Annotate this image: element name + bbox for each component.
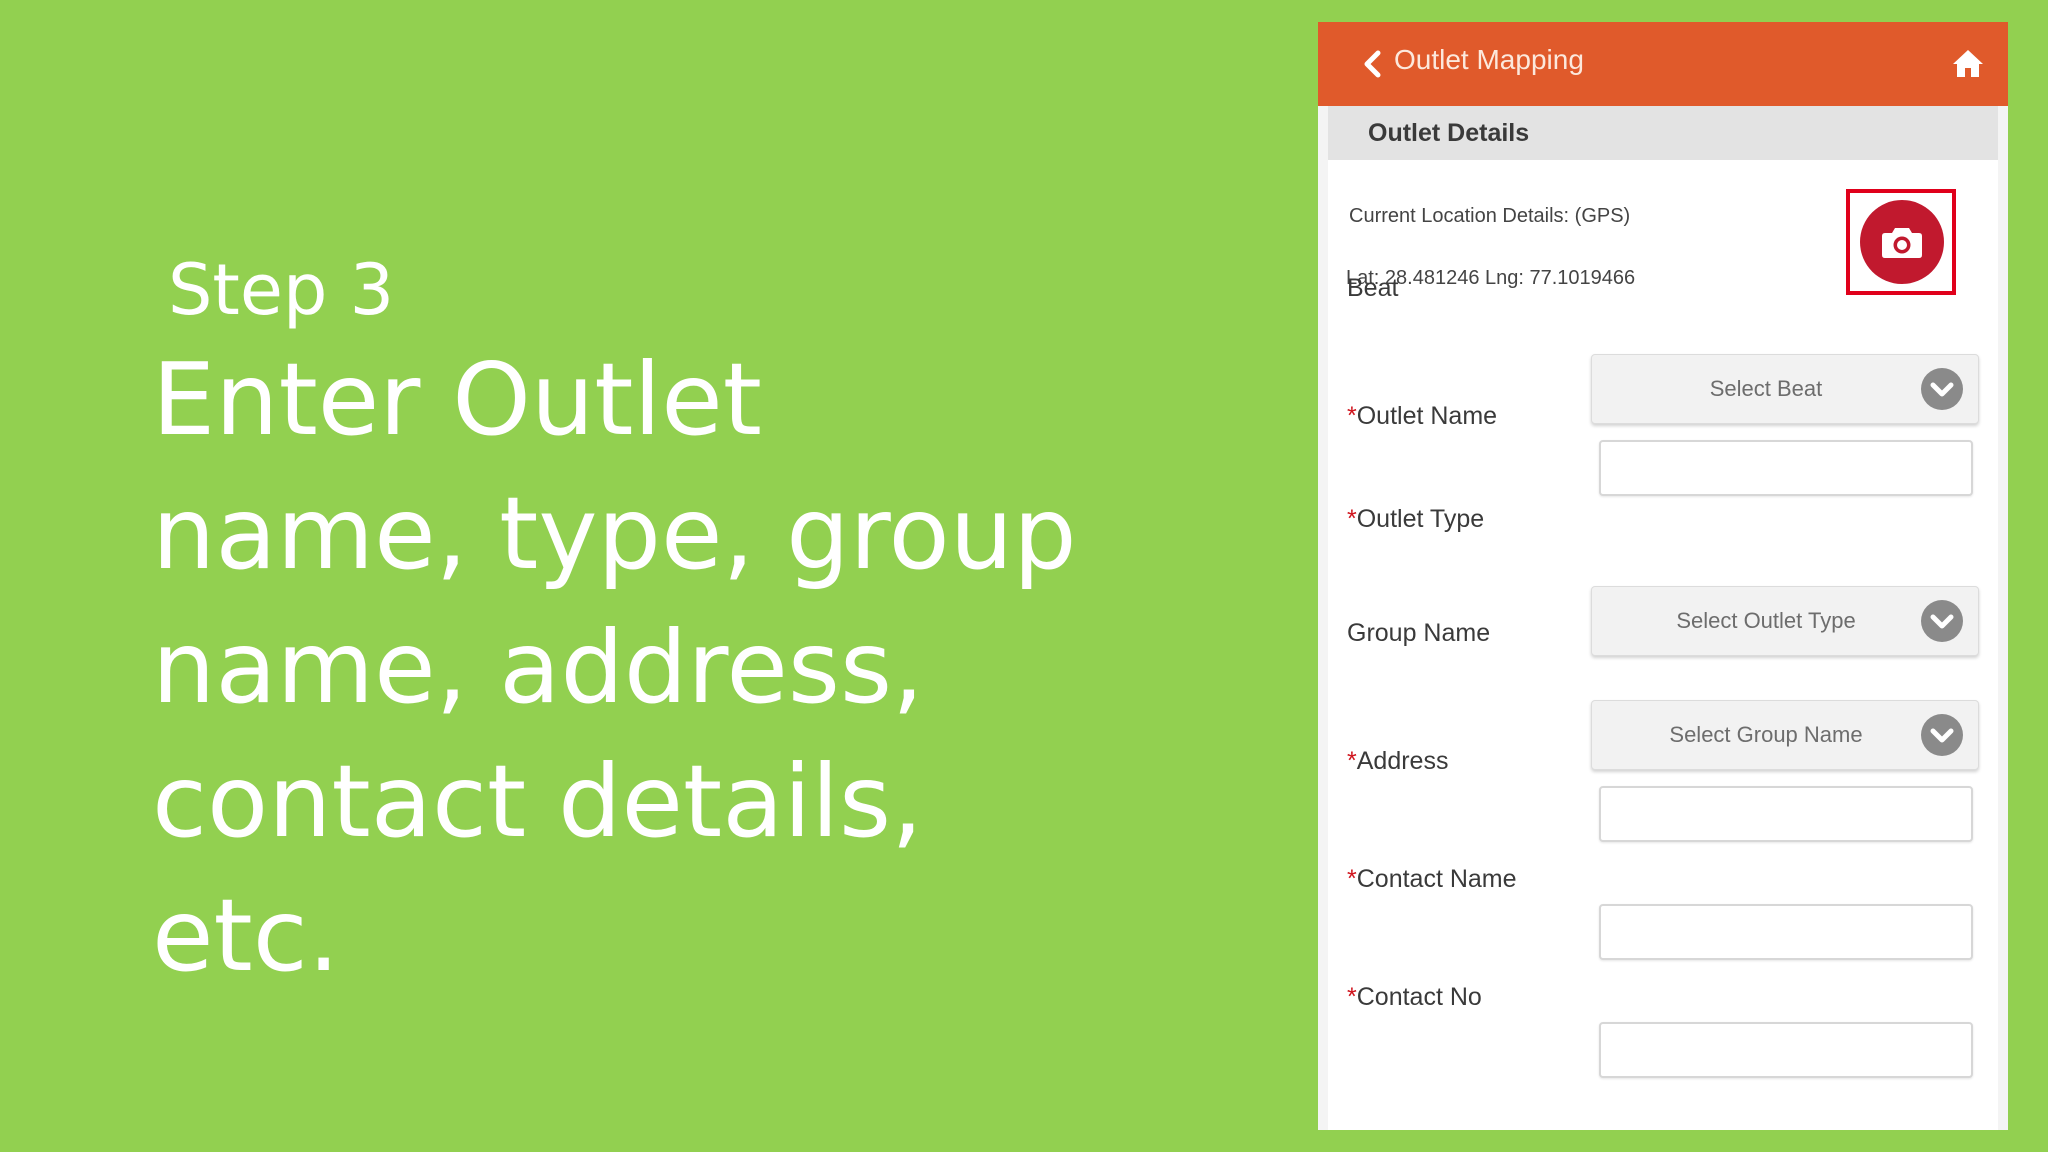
group-name-label: Group Name: [1347, 619, 1491, 647]
outlet-type-select[interactable]: Select Outlet Type: [1591, 586, 1979, 656]
contact-name-label: *Contact Name: [1347, 865, 1517, 893]
outlet-type-label: *Outlet Type: [1347, 505, 1485, 533]
step-instructions: Enter Outlet name, type, group name, add…: [152, 333, 1112, 1003]
outlet-name-input[interactable]: [1599, 440, 1973, 496]
group-name-select-text: Select Group Name: [1669, 722, 1863, 747]
section-header: Outlet Details: [1328, 106, 1998, 160]
app-bar: Outlet Mapping: [1318, 22, 2008, 106]
section-title: Outlet Details: [1368, 119, 1530, 147]
chevron-left-icon[interactable]: [1356, 46, 1392, 82]
group-name-select[interactable]: Select Group Name: [1591, 700, 1979, 770]
instruction-line: name, type, group: [152, 475, 1077, 592]
camera-button[interactable]: [1860, 200, 1944, 284]
outlet-type-select-text: Select Outlet Type: [1676, 608, 1856, 633]
beat-select-text: Select Beat: [1709, 376, 1823, 401]
contact-no-label: *Contact No: [1347, 983, 1482, 1011]
instruction-line: etc.: [152, 877, 340, 994]
contact-name-input[interactable]: [1599, 904, 1973, 960]
chevron-down-icon: [1921, 368, 1963, 410]
location-label: Current Location Details: (GPS): [1349, 205, 1631, 227]
chevron-down-icon: [1921, 714, 1963, 756]
home-icon[interactable]: [1948, 44, 1988, 84]
outlet-name-label: *Outlet Name: [1347, 402, 1498, 430]
outlet-details-form: Outlet Details Current Location Details:…: [1328, 106, 1998, 1130]
camera-highlight: [1846, 189, 1956, 295]
contact-no-input[interactable]: [1599, 1022, 1973, 1078]
step-label: Step 3: [168, 249, 395, 331]
address-input[interactable]: [1599, 786, 1973, 842]
app-bar-title: Outlet Mapping: [1394, 44, 1584, 75]
camera-icon: [1882, 228, 1922, 258]
beat-label: Beat: [1347, 274, 1399, 302]
beat-select[interactable]: Select Beat: [1591, 354, 1979, 424]
instruction-line: Enter Outlet: [152, 341, 763, 458]
address-label: *Address: [1347, 747, 1449, 775]
phone-screen: Outlet Mapping Outlet Details Current Lo…: [1318, 22, 2008, 1130]
instruction-line: contact details,: [152, 743, 923, 860]
instruction-line: name, address,: [152, 609, 924, 726]
chevron-down-icon: [1921, 600, 1963, 642]
